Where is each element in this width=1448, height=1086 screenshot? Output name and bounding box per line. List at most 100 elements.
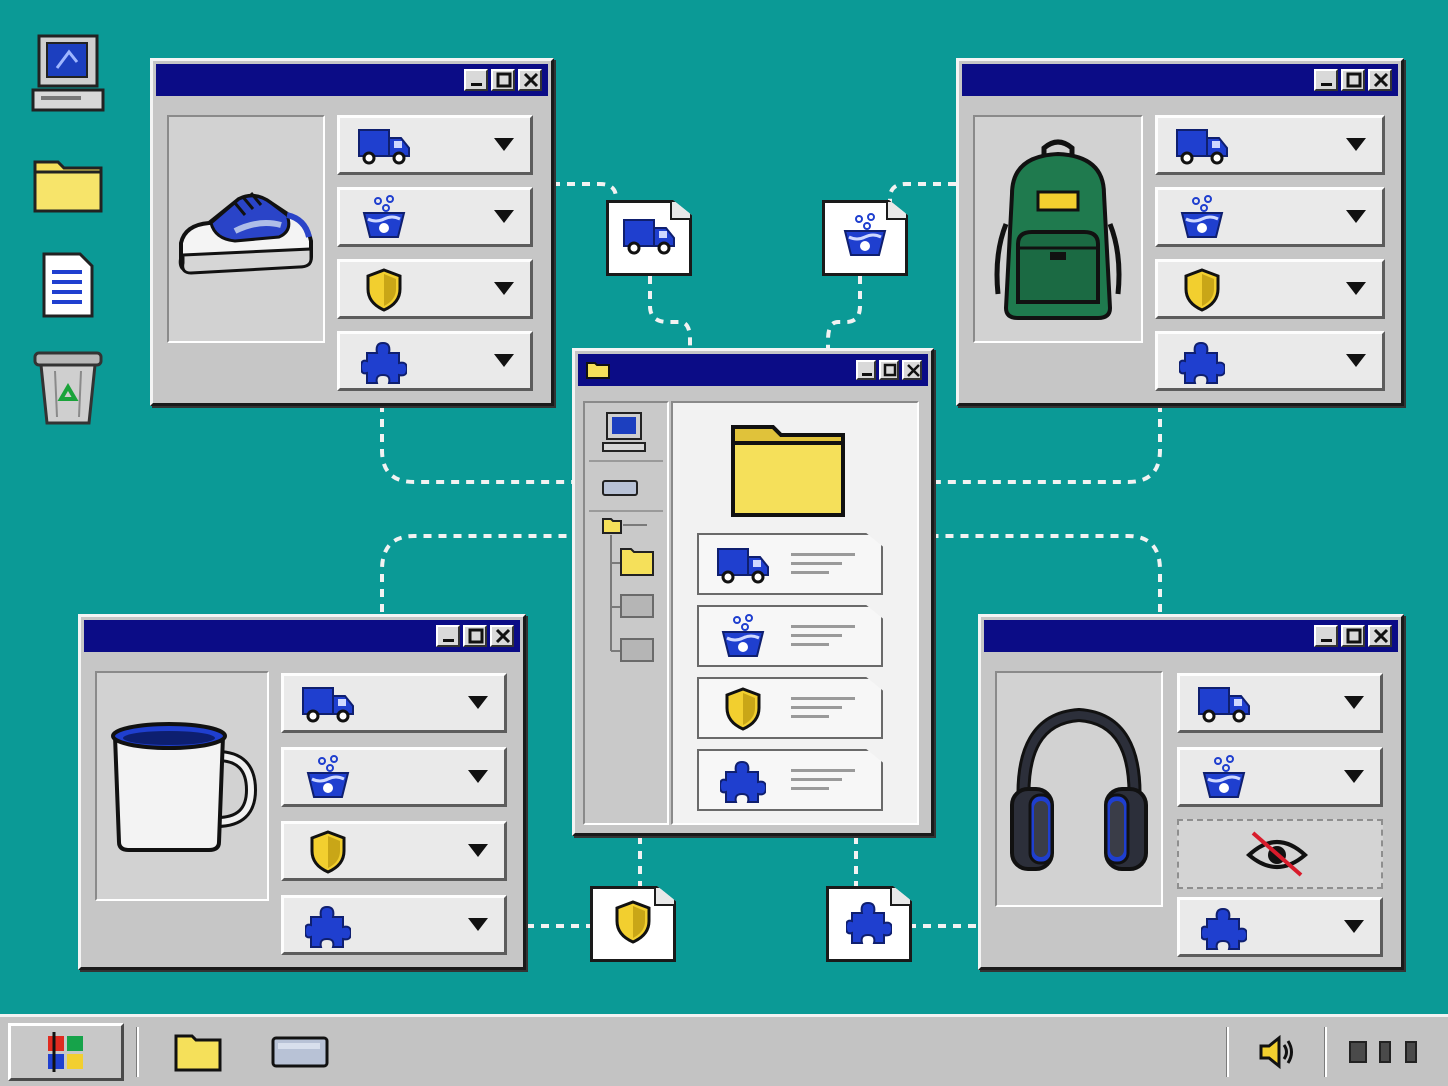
sneaker-icon [178, 192, 313, 275]
taskbar-separator [136, 1027, 139, 1077]
washing-basin-icon [713, 614, 773, 659]
close-button[interactable] [902, 360, 922, 380]
title-bar[interactable] [962, 64, 1398, 96]
title-bar[interactable] [984, 620, 1398, 652]
sneaker-window[interactable] [150, 58, 554, 406]
compatibility-document[interactable] [697, 749, 883, 811]
shipping-dropdown[interactable] [1155, 115, 1385, 175]
folder-icon[interactable] [620, 548, 654, 576]
puzzle-piece-icon [356, 340, 412, 384]
title-bar[interactable] [156, 64, 548, 96]
maximize-button[interactable] [879, 360, 899, 380]
washing-basin-icon [841, 213, 889, 263]
start-logo-icon [48, 1032, 83, 1072]
folder-icon[interactable] [602, 518, 622, 534]
care-document[interactable] [697, 605, 883, 667]
mug-icon [111, 722, 257, 852]
care-file-card[interactable] [822, 200, 908, 276]
computer-icon[interactable] [28, 32, 108, 114]
protection-dropdown[interactable] [1155, 259, 1385, 319]
protection-dropdown-hidden [1177, 819, 1383, 889]
delivery-truck-icon [356, 124, 412, 168]
folder-contents [671, 401, 919, 825]
shield-icon [613, 899, 653, 949]
recycle-bin-icon[interactable] [28, 346, 108, 428]
headphones-window[interactable] [978, 614, 1404, 970]
drive-icon[interactable] [602, 480, 638, 496]
shipping-dropdown[interactable] [281, 673, 507, 733]
folder-icon[interactable] [620, 594, 654, 618]
puzzle-piece-icon [713, 759, 773, 803]
mug-window[interactable] [78, 614, 526, 970]
maximize-button[interactable] [463, 625, 487, 647]
close-button[interactable] [1368, 625, 1392, 647]
shipping-file-card[interactable] [606, 200, 692, 276]
minimize-button[interactable] [1314, 625, 1338, 647]
drive-icon [271, 1036, 329, 1068]
washing-basin-icon [356, 195, 412, 240]
care-dropdown[interactable] [337, 187, 533, 247]
compatibility-dropdown[interactable] [1155, 331, 1385, 391]
compatibility-file-card[interactable] [826, 886, 912, 962]
document-icon[interactable] [28, 244, 108, 326]
taskbar-drive-button[interactable] [268, 1027, 332, 1077]
minimize-button[interactable] [436, 625, 460, 647]
close-button[interactable] [518, 69, 542, 91]
maximize-button[interactable] [491, 69, 515, 91]
title-bar[interactable] [84, 620, 520, 652]
folder-icon[interactable] [28, 142, 108, 224]
maximize-button[interactable] [1341, 625, 1365, 647]
delivery-truck-icon [622, 216, 676, 260]
backpack-window[interactable] [956, 58, 1404, 406]
delivery-truck-icon [1174, 124, 1230, 168]
protection-dropdown[interactable] [337, 259, 533, 319]
delivery-truck-icon [1196, 682, 1252, 726]
washing-basin-icon [300, 755, 356, 800]
maximize-button[interactable] [1341, 69, 1365, 91]
protection-document[interactable] [697, 677, 883, 739]
product-image-pane [167, 115, 325, 343]
start-button[interactable] [8, 1023, 124, 1081]
puzzle-piece-icon [1174, 340, 1230, 384]
title-bar[interactable] [578, 354, 928, 386]
minimize-button[interactable] [464, 69, 488, 91]
close-button[interactable] [490, 625, 514, 647]
compatibility-dropdown[interactable] [1177, 897, 1383, 957]
product-image-pane [95, 671, 269, 901]
care-dropdown[interactable] [1177, 747, 1383, 807]
care-dropdown[interactable] [281, 747, 507, 807]
compatibility-dropdown[interactable] [337, 331, 533, 391]
taskbar-separator [1324, 1027, 1327, 1077]
shield-icon [1174, 268, 1230, 312]
care-dropdown[interactable] [1155, 187, 1385, 247]
puzzle-piece-icon [300, 904, 356, 948]
shipping-dropdown[interactable] [1177, 673, 1383, 733]
shipping-document[interactable] [697, 533, 883, 595]
shield-icon [300, 830, 356, 874]
minimize-button[interactable] [1314, 69, 1338, 91]
computer-icon[interactable] [602, 412, 646, 452]
tray-indicators-icon[interactable] [1344, 1027, 1428, 1077]
folder-icon[interactable] [620, 638, 654, 662]
close-button[interactable] [1368, 69, 1392, 91]
protection-dropdown[interactable] [281, 821, 507, 881]
puzzle-piece-icon [844, 899, 894, 949]
puzzle-piece-icon [1196, 906, 1252, 950]
folder-tree [583, 401, 669, 825]
washing-basin-icon [1196, 755, 1252, 800]
delivery-truck-icon [713, 543, 773, 587]
shield-icon [713, 687, 773, 731]
minimize-button[interactable] [856, 360, 876, 380]
taskbar-separator [1226, 1027, 1229, 1077]
file-explorer-window[interactable] [572, 348, 934, 836]
speaker-button[interactable] [1254, 1027, 1300, 1077]
product-image-pane [995, 671, 1163, 907]
shipping-dropdown[interactable] [337, 115, 533, 175]
hidden-eye-icon [1245, 829, 1309, 883]
folder-icon[interactable] [729, 417, 849, 523]
compatibility-dropdown[interactable] [281, 895, 507, 955]
headphones-icon [1010, 707, 1148, 871]
product-image-pane [973, 115, 1143, 343]
taskbar-folder-button[interactable] [172, 1027, 224, 1077]
protection-file-card[interactable] [590, 886, 676, 962]
